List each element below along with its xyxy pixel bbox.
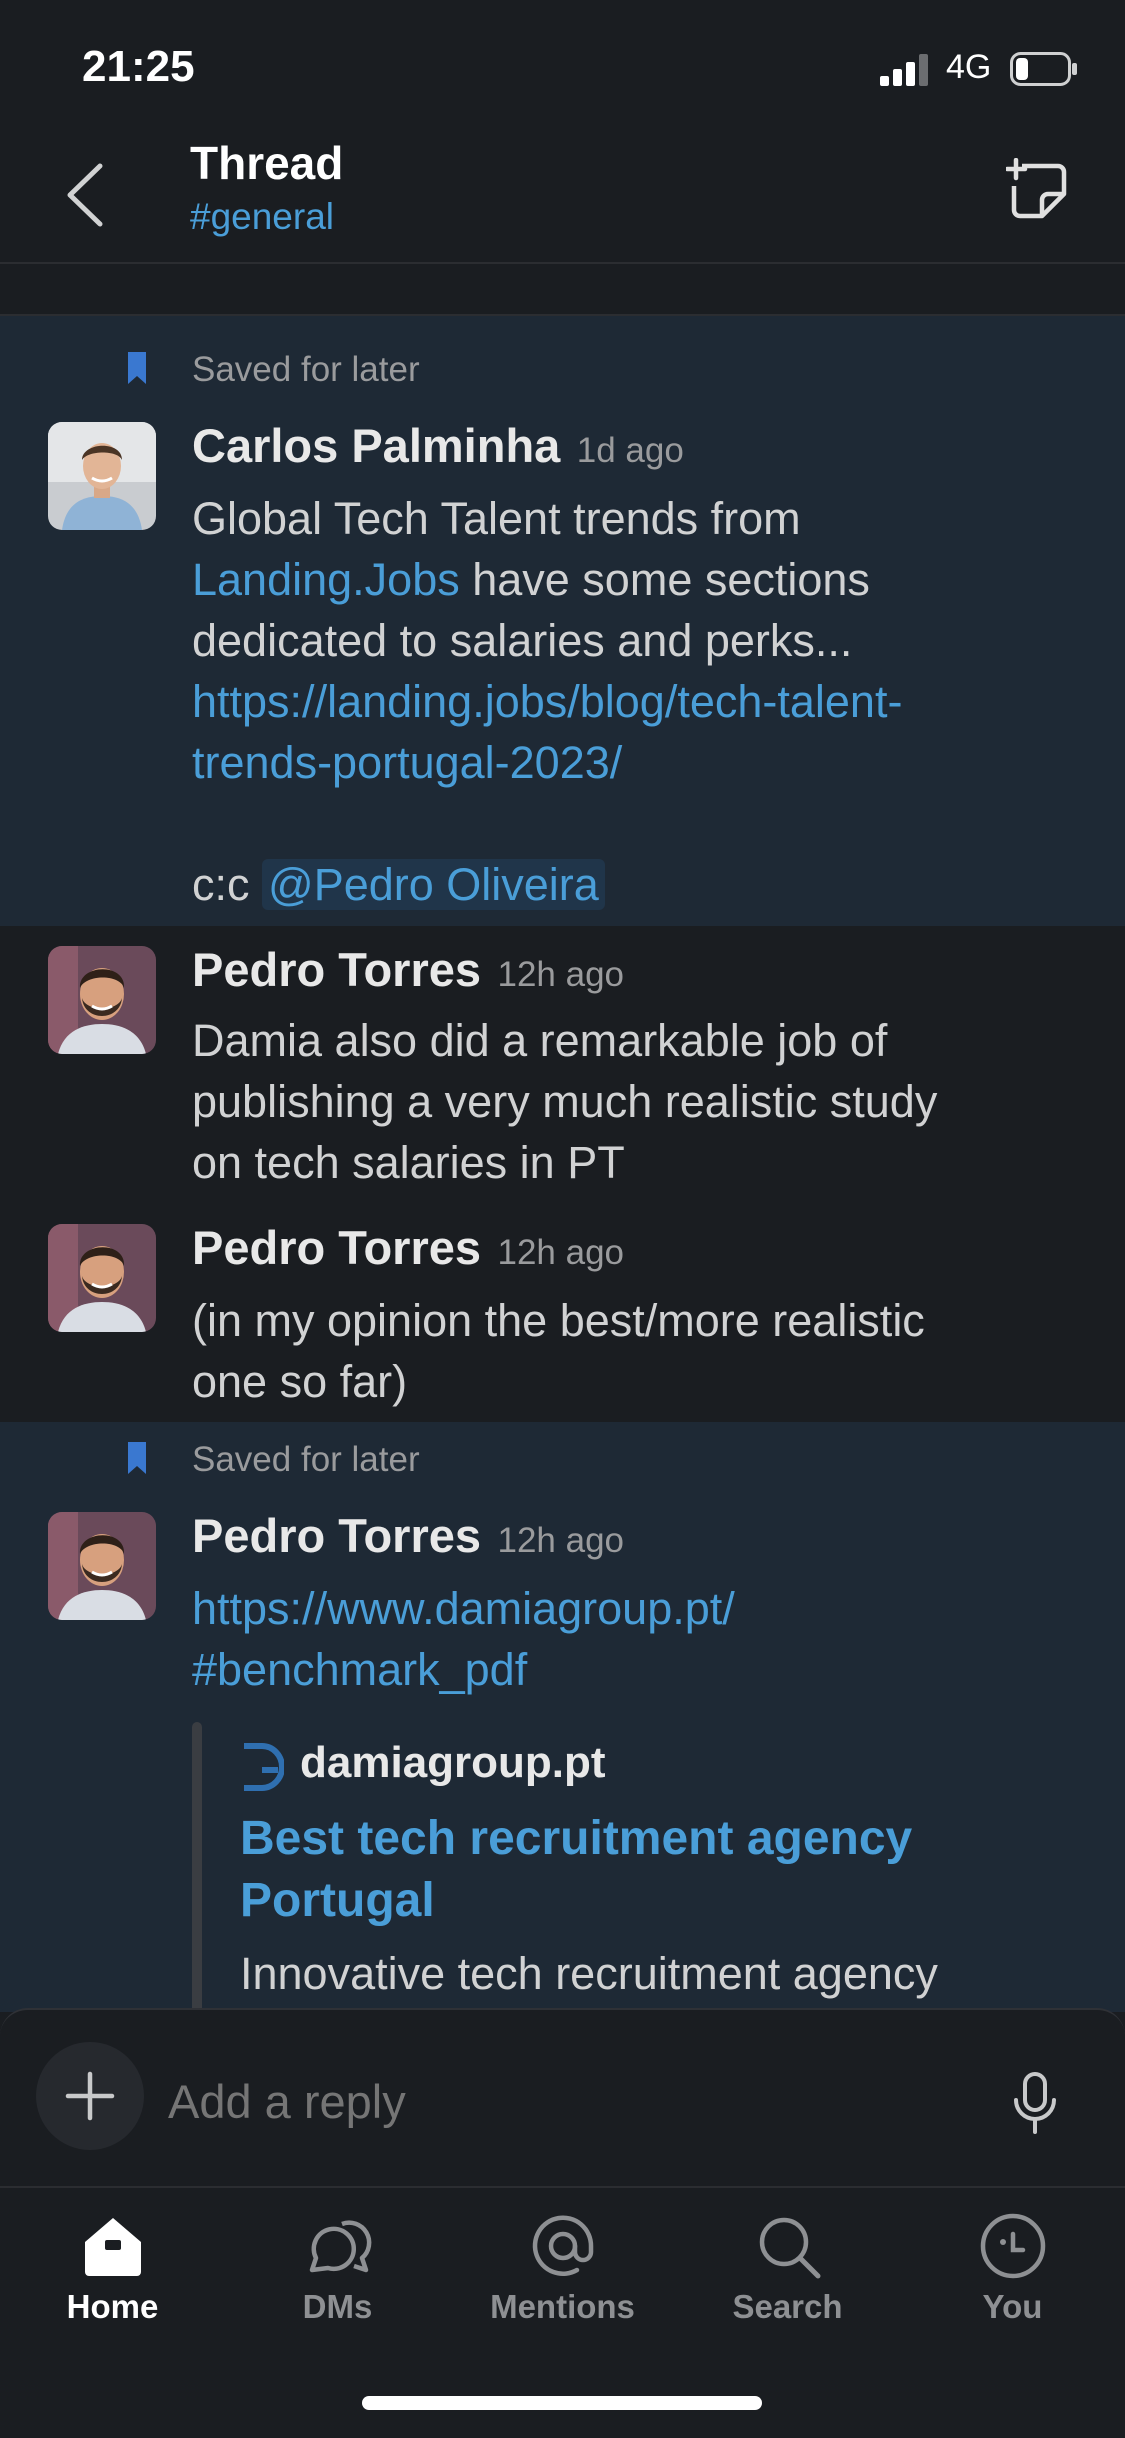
author-name[interactable]: Pedro Torres [192, 943, 481, 996]
landing-jobs-link[interactable]: Landing.Jobs [192, 554, 460, 605]
tab-search[interactable]: Search [675, 2200, 900, 2340]
message-text: dedicated to salaries and perks... [192, 615, 853, 666]
tab-label: Mentions [490, 2288, 635, 2325]
message-body: (in my opinion the best/more realistic o… [192, 1290, 1092, 1412]
message-text: on tech salaries in PT [192, 1137, 625, 1188]
network-label: 4G [946, 48, 992, 86]
tab-label: You [982, 2288, 1043, 2325]
tab-you[interactable]: You [900, 2200, 1125, 2340]
author-name[interactable]: Pedro Torres [192, 1221, 481, 1274]
thread-header [0, 130, 1125, 264]
url-link[interactable]: https://www.damiagroup.pt/ [192, 1578, 1092, 1639]
avatar-carlos[interactable] [48, 422, 156, 530]
microphone-icon[interactable] [1012, 2072, 1058, 2134]
message-text: Global Tech Talent trends from [192, 493, 801, 544]
status-time: 21:25 [82, 42, 195, 91]
plus-icon [65, 2071, 115, 2121]
channel-link[interactable]: #general [190, 196, 334, 238]
tab-mentions[interactable]: Mentions [450, 2200, 675, 2340]
message-timestamp: 12h ago [497, 955, 625, 994]
message-text: Damia also did a remarkable job of [192, 1015, 888, 1066]
message-timestamp: 12h ago [497, 1233, 625, 1272]
url-link[interactable]: https://landing.jobs/blog/tech-talent- [192, 671, 1092, 732]
user-mention[interactable]: @Pedro Oliveira [262, 859, 605, 910]
message-body: https://www.damiagroup.pt/ #benchmark_pd… [192, 1578, 1092, 1700]
cc-prefix: c:c [192, 859, 263, 910]
add-attachment-button[interactable] [36, 2042, 144, 2150]
message-body: Global Tech Talent trends from Landing.J… [192, 488, 1092, 915]
dms-icon [309, 2220, 371, 2273]
home-icon [84, 2218, 141, 2276]
damia-logo-icon [244, 1743, 284, 1791]
unfurl-accent-bar [192, 1722, 202, 2022]
author-name[interactable]: Pedro Torres [192, 1509, 481, 1562]
saved-for-later-label: Saved for later [192, 350, 420, 389]
bookmark-icon [128, 352, 146, 384]
message-timestamp: 1d ago [576, 431, 684, 470]
search-icon [759, 2217, 820, 2279]
signal-icon [880, 54, 928, 86]
tab-label: Search [732, 2288, 843, 2325]
message-body: Damia also did a remarkable job of publi… [192, 1010, 1092, 1193]
message-text: one so far) [192, 1356, 408, 1407]
url-link-cont[interactable]: trends-portugal-2023/ [192, 732, 1092, 793]
new-note-icon[interactable] [1006, 158, 1070, 222]
tab-home[interactable]: Home [0, 2200, 225, 2340]
avatar-pedro[interactable] [48, 1512, 156, 1620]
saved-for-later-label: Saved for later [192, 1440, 420, 1479]
home-indicator [362, 2396, 762, 2410]
battery-icon [1010, 52, 1077, 86]
avatar-pedro[interactable] [48, 946, 156, 1054]
avatar-pedro[interactable] [48, 1224, 156, 1332]
bookmark-icon [128, 1442, 146, 1474]
message-text: (in my opinion the best/more realistic [192, 1295, 925, 1346]
unfurl-title-link[interactable]: Best tech recruitment agency Portugal [240, 1808, 1060, 1932]
message-timestamp: 12h ago [497, 1521, 625, 1560]
mentions-icon [532, 2215, 593, 2276]
tab-dms[interactable]: DMs [225, 2200, 450, 2340]
message-text: have some sections [459, 554, 870, 605]
tab-label: Home [66, 2288, 159, 2325]
message-text: publishing a very much realistic study [192, 1076, 938, 1127]
author-name[interactable]: Carlos Palminha [192, 419, 560, 472]
reply-input[interactable] [168, 2066, 948, 2136]
page-title: Thread [190, 137, 344, 189]
back-chevron-icon[interactable] [62, 160, 110, 230]
unfurl-description: Innovative tech recruitment agency [240, 1948, 938, 1999]
unfurl-site-name: damiagroup.pt [300, 1738, 606, 1787]
you-icon [980, 2213, 1045, 2279]
url-link-cont[interactable]: #benchmark_pdf [192, 1639, 1092, 1700]
tab-label: DMs [302, 2288, 373, 2325]
